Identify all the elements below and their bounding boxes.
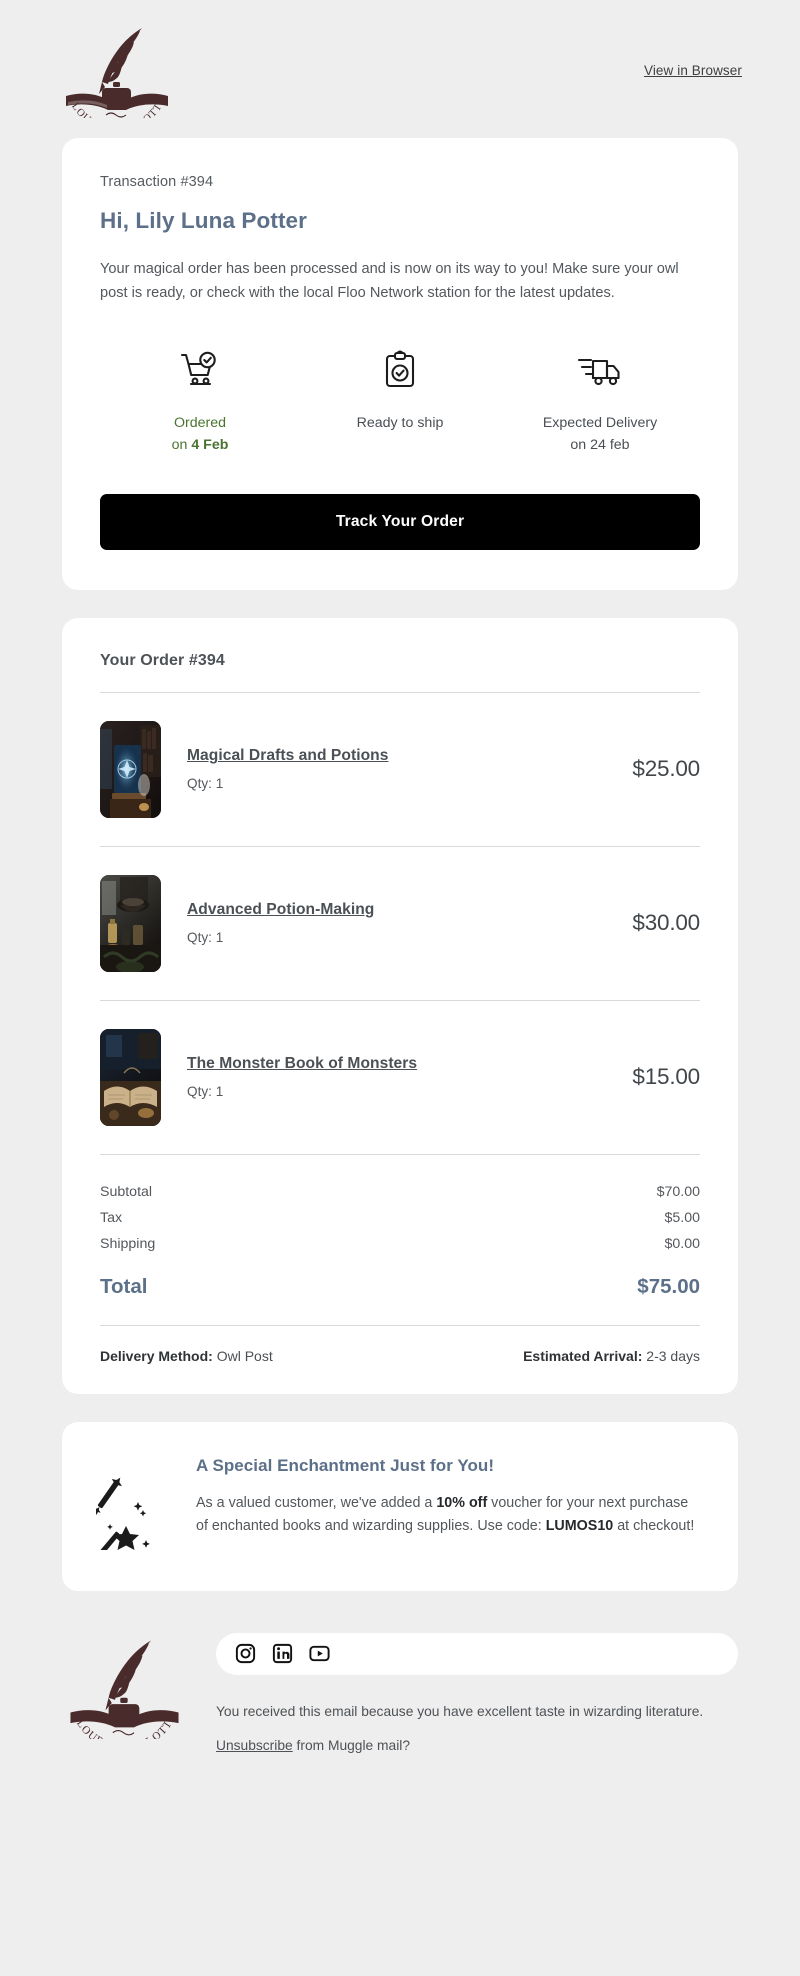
total-label: Subtotal xyxy=(100,1183,153,1200)
view-in-browser-link[interactable]: View in Browser xyxy=(644,63,742,78)
product-qty: Qty: 1 xyxy=(187,1084,224,1100)
instagram-icon[interactable] xyxy=(234,1642,257,1665)
order-totals: Subtotal $70.00 Tax $5.00 Shipping $0.00… xyxy=(100,1155,700,1305)
delivery-truck-icon xyxy=(504,347,696,393)
total-value: $5.00 xyxy=(664,1209,700,1226)
step-label: Ready to ship xyxy=(356,415,444,432)
order-item-row: The Monster Book of Monsters Qty: 1 $15.… xyxy=(100,1001,700,1154)
social-links xyxy=(216,1632,738,1675)
estimated-arrival: Estimated Arrival: 2-3 days xyxy=(523,1347,700,1364)
email-header: FLOURISH & BLOTTS View in Browser xyxy=(0,0,800,138)
track-order-button[interactable]: Track Your Order xyxy=(100,493,700,550)
grand-total-label: Total xyxy=(100,1274,148,1298)
order-status-card: Transaction #394 Hi, Lily Luna Potter Yo… xyxy=(62,138,738,590)
order-item-row: Advanced Potion-Making Qty: 1 $30.00 xyxy=(100,847,700,1000)
total-row-subtotal: Subtotal $70.00 xyxy=(100,1179,700,1205)
footer-note: You received this email because you have… xyxy=(216,1703,704,1719)
cart-check-icon xyxy=(104,347,296,393)
total-label: Tax xyxy=(100,1209,123,1226)
promo-card: A Special Enchantment Just for You! As a… xyxy=(62,1421,738,1591)
product-price: $30.00 xyxy=(632,910,700,936)
total-row-shipping: Shipping $0.00 xyxy=(100,1231,700,1257)
grand-total-value: $75.00 xyxy=(637,1274,700,1298)
product-name-link[interactable]: Advanced Potion-Making xyxy=(187,901,374,919)
delivery-details: Delivery Method: Owl Post Estimated Arri… xyxy=(100,1326,700,1364)
magic-wand-sparkles-icon xyxy=(84,1456,174,1555)
email-footer: FLOURISH & BLOTTS xyxy=(0,1591,800,1793)
clipboard-check-icon xyxy=(304,347,496,393)
order-item-row: Magical Drafts and Potions Qty: 1 $25.00 xyxy=(100,693,700,846)
youtube-icon[interactable] xyxy=(308,1642,331,1665)
step-label: Ordered on 4 Feb xyxy=(171,415,229,453)
step-expected-delivery: Expected Delivery on 24 feb xyxy=(500,347,700,456)
total-row-tax: Tax $5.00 xyxy=(100,1205,700,1231)
total-value: $0.00 xyxy=(664,1235,700,1252)
promo-title: A Special Enchantment Just for You! xyxy=(196,1455,495,1475)
product-thumbnail[interactable] xyxy=(100,720,161,818)
email-page: FLOURISH & BLOTTS View in Browser Transa… xyxy=(0,0,800,1976)
product-thumbnail[interactable] xyxy=(100,874,161,972)
delivery-method: Delivery Method: Owl Post xyxy=(100,1347,273,1364)
product-price: $25.00 xyxy=(632,756,700,782)
promo-code: LUMOS10 xyxy=(545,1518,614,1535)
product-thumbnail[interactable] xyxy=(100,1028,161,1126)
product-qty: Qty: 1 xyxy=(187,930,224,946)
footer-brand-logo: FLOURISH & BLOTTS xyxy=(62,1625,202,1739)
promo-text: As a valued customer, we've added a 10% … xyxy=(196,1494,695,1535)
greeting-heading: Hi, Lily Luna Potter xyxy=(100,208,308,233)
step-ready-to-ship: Ready to ship xyxy=(300,347,500,456)
transaction-id: Transaction #394 xyxy=(100,174,214,190)
brand-logo: FLOURISH & BLOTTS xyxy=(58,22,176,118)
order-title: Your Order #394 xyxy=(100,651,225,669)
total-row-grand: Total $75.00 xyxy=(100,1257,700,1305)
product-qty: Qty: 1 xyxy=(187,776,224,792)
intro-paragraph: Your magical order has been processed an… xyxy=(100,261,679,301)
unsubscribe-link[interactable]: Unsubscribe xyxy=(216,1738,293,1753)
order-progress-steps: Ordered on 4 Feb Ready to ship Expected … xyxy=(100,347,700,456)
product-name-link[interactable]: Magical Drafts and Potions xyxy=(187,747,388,765)
total-value: $70.00 xyxy=(656,1183,700,1200)
order-summary-card: Your Order #394 Magical Drafts and Potio… xyxy=(62,617,738,1394)
product-price: $15.00 xyxy=(632,1064,700,1090)
unsubscribe-line: Unsubscribe from Muggle mail? xyxy=(216,1738,411,1754)
total-label: Shipping xyxy=(100,1235,156,1252)
linkedin-icon[interactable] xyxy=(271,1642,294,1665)
discount-amount: 10% off xyxy=(436,1494,488,1511)
product-name-link[interactable]: The Monster Book of Monsters xyxy=(187,1055,417,1073)
step-label: Expected Delivery on 24 feb xyxy=(542,415,658,453)
step-ordered: Ordered on 4 Feb xyxy=(100,347,300,456)
